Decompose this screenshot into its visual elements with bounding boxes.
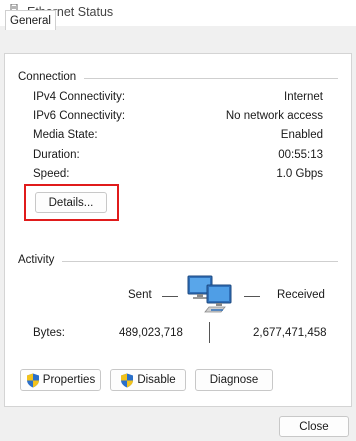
ipv6-connectivity-label: IPv6 Connectivity: (33, 110, 126, 122)
disable-label: Disable (137, 374, 176, 386)
sent-label: Sent (128, 289, 152, 301)
close-button[interactable]: Close (279, 416, 349, 437)
speed-label: Speed: (33, 168, 70, 180)
duration-value: 00:55:13 (278, 149, 323, 161)
tab-general[interactable]: General (5, 10, 56, 30)
network-computers-icon (187, 275, 232, 313)
connection-group-title: Connection (18, 71, 77, 83)
general-panel (4, 53, 352, 407)
disable-button[interactable]: Disable (110, 369, 186, 391)
uac-shield-icon (26, 373, 39, 387)
received-label: Received (277, 289, 325, 301)
bytes-received-value: 2,677,471,458 (253, 327, 327, 339)
speed-value: 1.0 Gbps (276, 168, 323, 180)
diagnose-button[interactable]: Diagnose (195, 369, 273, 391)
properties-button[interactable]: Properties (20, 369, 101, 391)
ipv6-connectivity-value: No network access (225, 110, 323, 122)
details-highlight-box (24, 184, 119, 221)
received-dash (244, 296, 260, 297)
tab-strip (0, 26, 356, 54)
bytes-label: Bytes: (33, 327, 65, 339)
uac-shield-icon (121, 373, 134, 387)
bytes-separator (209, 322, 210, 343)
activity-divider (62, 261, 338, 262)
connection-divider (84, 78, 338, 79)
media-state-label: Media State: (33, 129, 98, 141)
properties-label: Properties (42, 374, 96, 386)
ipv4-connectivity-label: IPv4 Connectivity: (33, 91, 126, 103)
ipv4-connectivity-value: Internet (284, 91, 323, 103)
sent-dash (162, 296, 178, 297)
media-state-value: Enabled (280, 129, 323, 141)
activity-group-title: Activity (18, 254, 55, 266)
bytes-sent-value: 489,023,718 (119, 327, 183, 339)
duration-label: Duration: (33, 149, 80, 161)
